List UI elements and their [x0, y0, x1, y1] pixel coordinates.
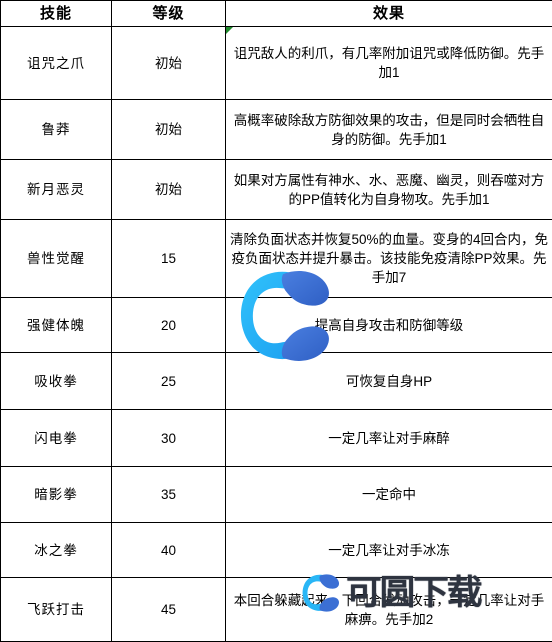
table-row: 暗影拳 35 一定命中: [1, 467, 552, 523]
skill-effect-cell: 可恢复自身HP: [226, 353, 552, 410]
table-row: 吸收拳 25 可恢复自身HP: [1, 353, 552, 410]
skill-name-cell: 冰之拳: [1, 523, 112, 578]
skill-name-cell: 飞跃打击: [1, 578, 112, 642]
skill-name-cell: 诅咒之爪: [1, 27, 112, 100]
skill-effect-cell: 一定命中: [226, 467, 552, 523]
skill-level-cell: 初始: [112, 27, 226, 100]
skill-name-cell: 强健体魄: [1, 298, 112, 353]
comment-flag-icon: [226, 27, 233, 34]
table-header: 技能 等级 效果: [1, 1, 552, 27]
skill-name-cell: 闪电拳: [1, 410, 112, 467]
skill-effect-cell: 一定几率让对手麻醉: [226, 410, 552, 467]
skill-effect-text: 诅咒敌人的利爪，有几率附加诅咒或降低防御。先手加1: [234, 46, 545, 80]
skill-level-cell: 20: [112, 298, 226, 353]
skill-level-cell: 35: [112, 467, 226, 523]
column-header-level: 等级: [112, 1, 226, 27]
skill-name-cell: 鲁莽: [1, 100, 112, 160]
skill-name-cell: 兽性觉醒: [1, 220, 112, 298]
table-body: 诅咒之爪 初始 诅咒敌人的利爪，有几率附加诅咒或降低防御。先手加1 鲁莽 初始 …: [1, 27, 552, 642]
skill-name-cell: 吸收拳: [1, 353, 112, 410]
skill-table: 技能 等级 效果 诅咒之爪 初始 诅咒敌人的利爪，有几率附加诅咒或降低防御。先手…: [0, 0, 552, 642]
header-row: 技能 等级 效果: [1, 1, 552, 27]
column-header-effect: 效果: [226, 1, 552, 27]
skill-effect-cell: 清除负面状态并恢复50%的血量。变身的4回合内，免疫负面状态并提升暴击。该技能免…: [226, 220, 552, 298]
table-row: 冰之拳 40 一定几率让对手冰冻: [1, 523, 552, 578]
table-row: 飞跃打击 45 本回合躲藏起来，下回合发动攻击，一定几率让对手麻痹。先手加2: [1, 578, 552, 642]
skill-table-container: 技能 等级 效果 诅咒之爪 初始 诅咒敌人的利爪，有几率附加诅咒或降低防御。先手…: [0, 0, 552, 627]
skill-level-cell: 45: [112, 578, 226, 642]
skill-level-cell: 15: [112, 220, 226, 298]
skill-effect-cell: 一定几率让对手冰冻: [226, 523, 552, 578]
table-row: 强健体魄 20 提高自身攻击和防御等级: [1, 298, 552, 353]
table-row: 闪电拳 30 一定几率让对手麻醉: [1, 410, 552, 467]
table-row: 新月恶灵 初始 如果对方属性有神水、水、恶魔、幽灵，则吞噬对方的PP值转化为自身…: [1, 160, 552, 220]
skill-level-cell: 40: [112, 523, 226, 578]
skill-effect-cell: 诅咒敌人的利爪，有几率附加诅咒或降低防御。先手加1: [226, 27, 552, 100]
skill-level-cell: 初始: [112, 100, 226, 160]
skill-level-cell: 25: [112, 353, 226, 410]
skill-effect-cell: 提高自身攻击和防御等级: [226, 298, 552, 353]
table-row: 诅咒之爪 初始 诅咒敌人的利爪，有几率附加诅咒或降低防御。先手加1: [1, 27, 552, 100]
skill-level-cell: 30: [112, 410, 226, 467]
skill-effect-cell: 如果对方属性有神水、水、恶魔、幽灵，则吞噬对方的PP值转化为自身物攻。先手加1: [226, 160, 552, 220]
skill-level-cell: 初始: [112, 160, 226, 220]
table-row: 鲁莽 初始 高概率破除敌方防御效果的攻击，但是同时会牺牲自身的防御。先手加1: [1, 100, 552, 160]
table-row: 兽性觉醒 15 清除负面状态并恢复50%的血量。变身的4回合内，免疫负面状态并提…: [1, 220, 552, 298]
skill-name-cell: 新月恶灵: [1, 160, 112, 220]
skill-effect-cell: 本回合躲藏起来，下回合发动攻击，一定几率让对手麻痹。先手加2: [226, 578, 552, 642]
column-header-skill: 技能: [1, 1, 112, 27]
skill-name-cell: 暗影拳: [1, 467, 112, 523]
skill-effect-cell: 高概率破除敌方防御效果的攻击，但是同时会牺牲自身的防御。先手加1: [226, 100, 552, 160]
